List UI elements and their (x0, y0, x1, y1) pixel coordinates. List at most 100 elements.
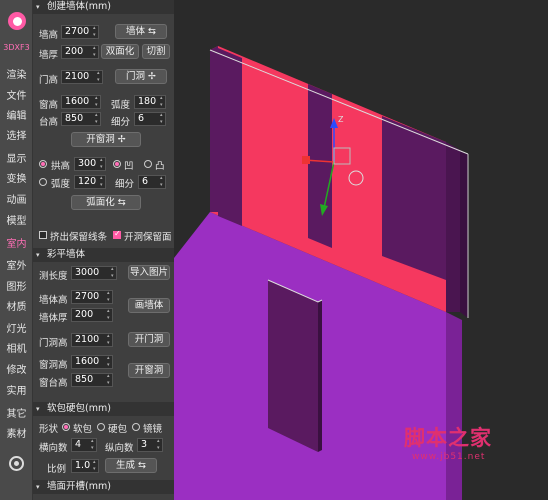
window-opening-height-label: 窗洞高 (39, 360, 68, 371)
horizontal-count-input[interactable]: 4 (71, 438, 97, 452)
measure-input[interactable]: 3000 (71, 266, 117, 280)
wall-body-height-input[interactable]: 2700 (71, 290, 113, 304)
arch-radio[interactable] (39, 160, 47, 168)
wall-height-label: 墙高 (39, 30, 59, 41)
wall-body-thick-label: 墙体厚 (39, 313, 68, 324)
arch-height-input[interactable]: 300 (74, 157, 106, 171)
vertical-count-label: 纵向数 (105, 443, 134, 454)
watermark-url: www.jb51.net (412, 452, 486, 462)
vertical-count-input[interactable]: 3 (137, 438, 163, 452)
wall-thickness-input[interactable]: 200 (61, 45, 99, 59)
sidebar-item-13[interactable]: 相机 (0, 340, 33, 359)
sidebar-item-7[interactable]: 模型 (0, 212, 33, 231)
segments2-input[interactable]: 6 (138, 175, 166, 189)
section-title: 软包硬包(mm) (47, 403, 111, 414)
sidebar-item-1[interactable]: 文件 (0, 87, 33, 106)
arcify-button[interactable]: 弧面化 ⇆ (71, 195, 141, 210)
arc-input[interactable]: 180 (134, 95, 166, 109)
concave-label: 凹 (124, 161, 134, 172)
sidebar-item-5[interactable]: 变换 (0, 170, 33, 189)
collapse-arrow-icon: ▾ (36, 405, 40, 413)
concave-radio[interactable] (113, 160, 121, 168)
keep-border-checkbox[interactable] (39, 231, 47, 239)
window-opening-height-input[interactable]: 1600 (71, 355, 113, 369)
sill-height-input[interactable]: 850 (61, 112, 101, 126)
wall-left-edge (210, 46, 218, 212)
window-height-label: 窗高 (39, 100, 59, 111)
segments-label: 细分 (111, 117, 131, 128)
sidebar-item-14[interactable]: 修改 (0, 361, 33, 380)
convex-radio[interactable] (144, 160, 152, 168)
collapse-arrow-icon: ▾ (36, 483, 40, 491)
door-opening-height-input[interactable]: 2100 (71, 333, 113, 347)
mirror-label: 镜镜 (143, 424, 163, 435)
sidebar-item-16[interactable]: 其它 (0, 405, 33, 424)
section-title: 创建墙体(mm) (47, 1, 111, 12)
sidebar-item-11[interactable]: 材质 (0, 298, 33, 317)
open-window-button[interactable]: 开窗洞 ✢ (71, 132, 141, 147)
hard-radio[interactable] (97, 423, 105, 431)
open-door-button[interactable]: 开门洞 (128, 332, 170, 347)
sidebar-item-0[interactable]: 渲染 (0, 66, 33, 85)
segments2-label: 细分 (115, 179, 135, 190)
door-height-input[interactable]: 2100 (61, 70, 103, 84)
settings-gear-icon[interactable] (9, 456, 24, 471)
double-side-button[interactable]: 双面化 (101, 44, 139, 59)
collapse-arrow-icon: ▾ (36, 3, 40, 11)
section-color-wall[interactable]: ▾ 彩平墙体 (33, 248, 174, 262)
app-window: 3DXF3 渲染文件 编辑 选择显示 变换动画模型室内室外图形 材质灯光 相机修改实用其它… (0, 0, 548, 500)
wall-body-thick-input[interactable]: 200 (71, 308, 113, 322)
wall-button[interactable]: 墙体 ⇆ (115, 24, 167, 39)
sidebar-item-4[interactable]: 显示 (0, 150, 33, 169)
generate-button[interactable]: 生成 ⇆ (105, 458, 157, 473)
radian-radio[interactable] (39, 178, 47, 186)
sidebar-item-2[interactable]: 编辑 (0, 107, 33, 126)
sidebar-item-3[interactable]: 选择 (0, 127, 33, 146)
ratio-input[interactable]: 1.0 (71, 459, 99, 473)
shape-label: 形状 (39, 424, 59, 435)
keep-border-label: 挤出保留线条 (50, 232, 108, 243)
draw-wall-button[interactable]: 画墙体 (128, 298, 170, 313)
keep-face-label: 开洞保留面 (124, 232, 172, 243)
import-image-button[interactable]: 导入图片 (128, 265, 170, 280)
sidebar-item-12[interactable]: 灯光 (0, 320, 33, 339)
radian-input[interactable]: 120 (74, 175, 106, 189)
door-opening-button[interactable]: 门洞 ✢ (115, 69, 167, 84)
wall-stripe-2 (308, 84, 332, 248)
sidebar-item-9[interactable]: 室外 (0, 257, 33, 276)
open-window2-button[interactable]: 开窗洞 (128, 363, 170, 378)
tool-panel: ▾ 创建墙体(mm) 墙高 2700 墙体 ⇆ 墙厚 200 双面化 切割 门高… (33, 0, 174, 500)
sill-height2-input[interactable]: 850 (71, 373, 113, 387)
section-wall-groove[interactable]: ▾ 墙面开槽(mm) (33, 480, 174, 494)
brand-label: 3DXF3 (3, 43, 30, 52)
section-soft-pack[interactable]: ▾ 软包硬包(mm) (33, 402, 174, 416)
mirror-radio[interactable] (132, 423, 140, 431)
wall-height-input[interactable]: 2700 (61, 25, 99, 39)
watermark-logo: 脚本之家 www.jb51.net (400, 420, 530, 470)
keep-face-checkbox[interactable] (113, 229, 121, 239)
arch-height-label: 拱高 (51, 161, 71, 172)
wall-stripe-1 (218, 48, 242, 226)
wall-thickness-label: 墙厚 (39, 50, 59, 61)
sidebar-item-8[interactable]: 室内 (0, 235, 33, 254)
cut-button[interactable]: 切割 (142, 44, 170, 59)
sidebar-item-10[interactable]: 图形 (0, 278, 33, 297)
convex-label: 凸 (155, 161, 165, 172)
ratio-label: 比例 (47, 464, 67, 475)
wall-body-height-label: 墙体高 (39, 295, 68, 306)
segments-input[interactable]: 6 (134, 112, 166, 126)
door-panel (268, 280, 318, 452)
sill-height-label: 台高 (39, 117, 59, 128)
sidebar-item-15[interactable]: 实用 (0, 382, 33, 401)
sidebar-item-6[interactable]: 动画 (0, 191, 33, 210)
soft-radio[interactable] (62, 423, 70, 431)
category-sidebar: 3DXF3 渲染文件 编辑 选择显示 变换动画模型室内室外图形 材质灯光 相机修改实用其它… (0, 0, 33, 500)
gizmo-x-handle (302, 156, 310, 164)
door-height-label: 门高 (39, 75, 59, 86)
section-title: 墙面开槽(mm) (47, 481, 111, 492)
sidebar-item-17[interactable]: 素材 (0, 425, 33, 444)
section-create-wall[interactable]: ▾ 创建墙体(mm) (33, 0, 174, 14)
horizontal-count-label: 横向数 (39, 443, 68, 454)
watermark-title: 脚本之家 (404, 425, 492, 450)
window-height-input[interactable]: 1600 (61, 95, 101, 109)
